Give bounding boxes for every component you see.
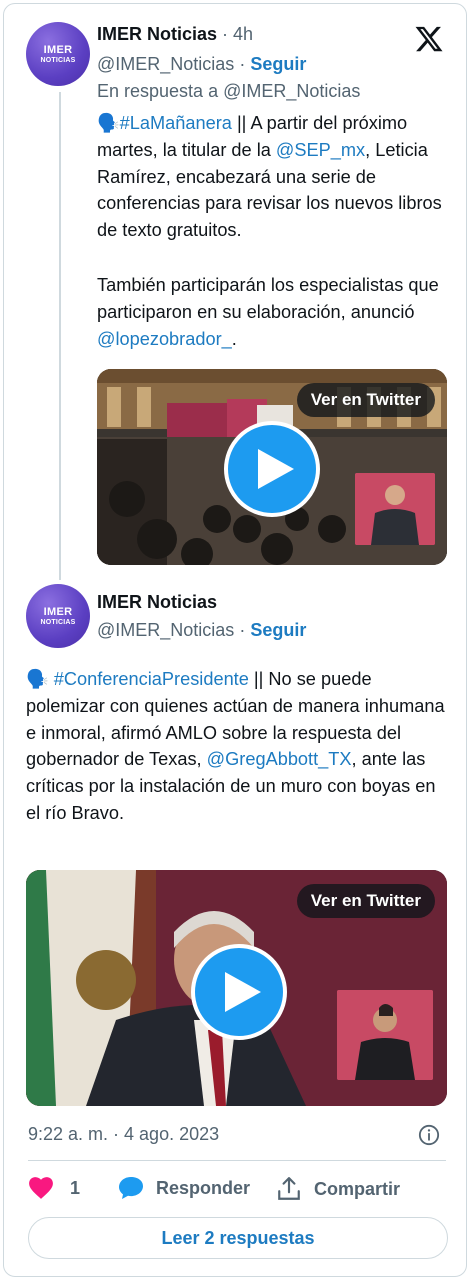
heart-icon <box>29 1177 53 1199</box>
tweet-text: 🗣️#LaMañanera || A partir del próximo ma… <box>97 110 449 244</box>
video-thumbnail[interactable]: Ver en Twitter <box>97 369 447 565</box>
video-thumbnail[interactable]: Ver en Twitter <box>26 870 447 1106</box>
hashtag-link[interactable]: #ConferenciaPresidente <box>54 669 249 689</box>
thread-connector <box>59 92 61 580</box>
embedded-tweet-card: IMER NOTICIAS IMER Noticias · 4h @IMER_N… <box>3 3 467 1277</box>
mention-link[interactable]: @lopezobrador_ <box>97 329 232 349</box>
like-count: 1 <box>70 1177 81 1198</box>
avatar-text: IMER <box>43 43 73 56</box>
avatar-subtext: NOTICIAS <box>40 56 76 64</box>
reply-button[interactable]: Responder <box>118 1176 250 1200</box>
read-replies-button[interactable]: Leer 2 respuestas <box>28 1217 448 1259</box>
author-name-text[interactable]: IMER Noticias <box>97 24 217 44</box>
tweet-text-paragraph: También participarán los especialistas q… <box>97 272 449 352</box>
mention-link[interactable]: @GregAbbott_TX <box>207 749 352 769</box>
avatar-subtext: NOTICIAS <box>40 618 76 626</box>
divider <box>28 1160 446 1161</box>
author-handle[interactable]: @IMER_Noticias <box>97 620 234 640</box>
x-logo-icon[interactable] <box>414 24 444 54</box>
tweet-timestamp[interactable]: 9:22 a. m. · 4 ago. 2023 <box>28 1124 219 1145</box>
sign-language-interpreter-inset <box>355 473 435 545</box>
view-on-twitter-button[interactable]: Ver en Twitter <box>296 383 435 417</box>
play-button[interactable] <box>191 944 287 1040</box>
view-on-twitter-button[interactable]: Ver en Twitter <box>296 884 435 918</box>
share-button[interactable]: Compartir <box>276 1176 400 1202</box>
mention-link[interactable]: @SEP_mx <box>276 140 365 160</box>
tweet-time[interactable]: · 4h <box>222 24 253 44</box>
reply-icon <box>119 1177 143 1199</box>
author-name[interactable]: IMER Noticias · 4h <box>97 24 253 45</box>
reply-label: Responder <box>156 1177 251 1198</box>
share-icon <box>278 1177 300 1200</box>
follow-button[interactable]: Seguir <box>250 620 306 640</box>
avatar-text: IMER <box>43 605 73 618</box>
tweet-text-part: . <box>231 328 237 349</box>
play-icon <box>258 449 294 489</box>
like-button[interactable]: 1 <box>28 1176 80 1200</box>
avatar[interactable]: IMER NOTICIAS <box>26 584 90 648</box>
speaking-head-emoji: 🗣️ <box>97 113 120 133</box>
author-handle-row: @IMER_Noticias · Seguir <box>97 54 306 75</box>
separator: · <box>239 620 246 640</box>
avatar[interactable]: IMER NOTICIAS <box>26 22 90 86</box>
share-label: Compartir <box>314 1178 401 1199</box>
separator: · <box>239 54 246 74</box>
reply-context[interactable]: En respuesta a @IMER_Noticias <box>97 81 360 102</box>
author-handle-row: @IMER_Noticias · Seguir <box>97 620 306 641</box>
tweet-text: 🗣️ #ConferenciaPresidente || No se puede… <box>26 666 450 827</box>
follow-button[interactable]: Seguir <box>250 54 306 74</box>
play-button[interactable] <box>224 421 320 517</box>
tweet-text-part: También participarán los especialistas q… <box>97 275 439 322</box>
info-icon[interactable] <box>418 1124 440 1146</box>
play-icon <box>225 972 261 1012</box>
sign-language-interpreter-inset <box>337 990 433 1080</box>
hashtag-link[interactable]: #LaMañanera <box>120 113 232 133</box>
author-name[interactable]: IMER Noticias <box>97 592 217 613</box>
speaking-head-emoji: 🗣️ <box>26 669 49 689</box>
author-handle[interactable]: @IMER_Noticias <box>97 54 234 74</box>
